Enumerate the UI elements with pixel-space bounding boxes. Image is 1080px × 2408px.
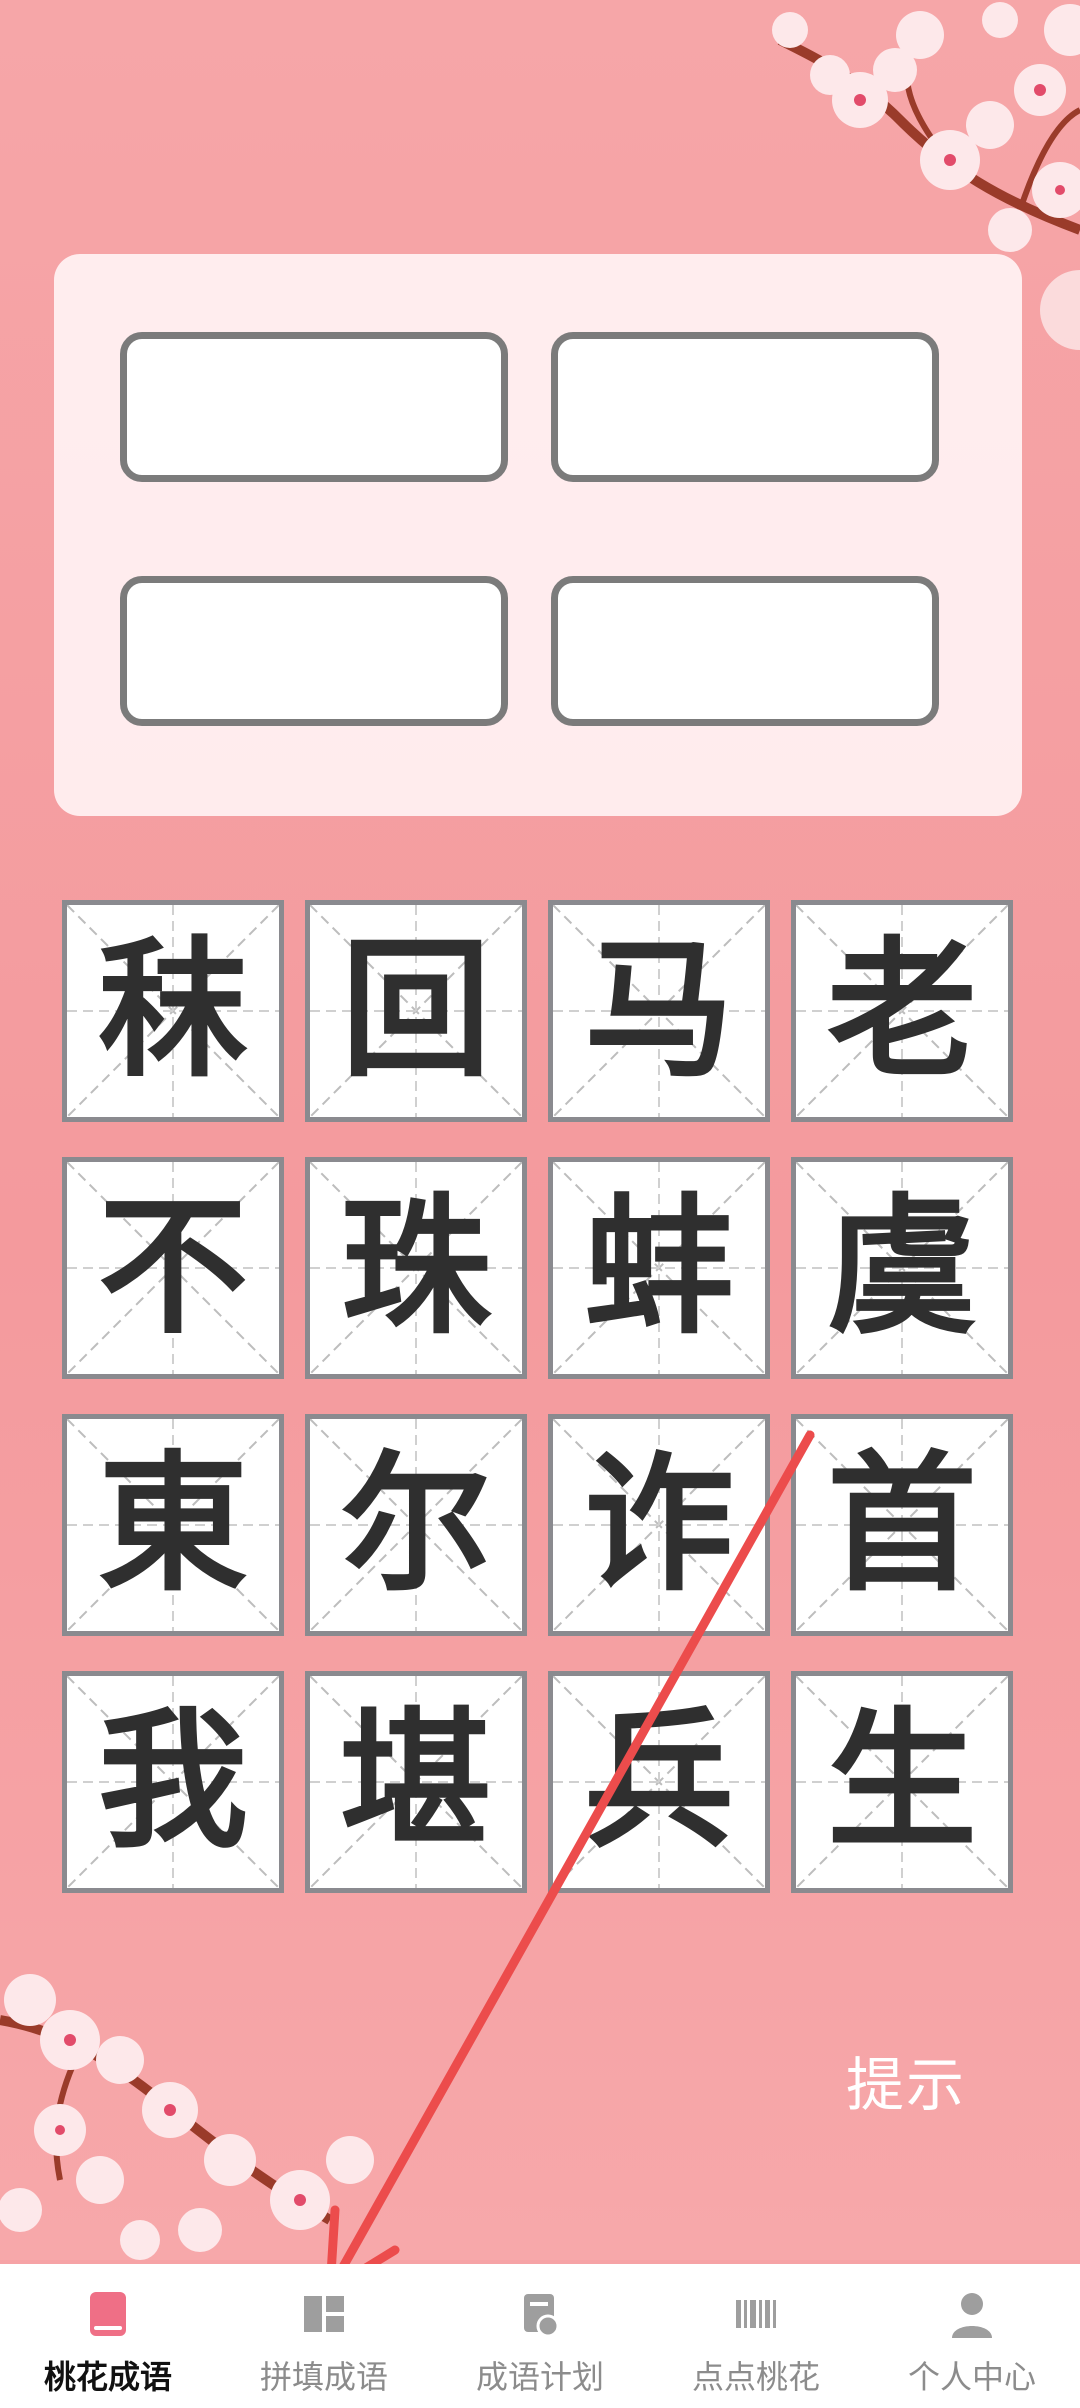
character-tile[interactable]: 不 bbox=[62, 1157, 284, 1379]
character-tile[interactable]: 老 bbox=[791, 900, 1013, 1122]
barcode-icon bbox=[736, 2300, 776, 2328]
tile-character: 兵 bbox=[583, 1695, 734, 1869]
tile-character: 不 bbox=[97, 1181, 248, 1355]
tab-label: 桃花成语 bbox=[43, 2358, 172, 2396]
tile-character: 東 bbox=[97, 1438, 248, 1612]
character-tile[interactable]: 马 bbox=[548, 900, 770, 1122]
tile-character: 回 bbox=[340, 924, 491, 1098]
tab-label: 拼填成语 bbox=[259, 2358, 388, 2396]
blossom-bottom-left-decoration bbox=[0, 1974, 374, 2260]
tile-character: 生 bbox=[826, 1695, 977, 1869]
tile-character: 珠 bbox=[340, 1181, 491, 1355]
character-tile[interactable]: 蚌 bbox=[548, 1157, 770, 1379]
tile-character: 蚌 bbox=[583, 1181, 734, 1355]
tab-peach-idioms[interactable]: 桃花成语 bbox=[0, 2264, 216, 2408]
plan-icon bbox=[524, 2294, 560, 2338]
tab-profile[interactable]: 个人中心 bbox=[864, 2264, 1080, 2408]
tile-character: 首 bbox=[826, 1438, 977, 1612]
answer-slot-3[interactable] bbox=[120, 576, 508, 726]
character-tile-grid: 秣回马老不珠蚌虞東尔诈首我堪兵生 bbox=[62, 900, 1022, 1900]
tile-character: 诈 bbox=[583, 1438, 734, 1612]
answer-slot-4[interactable] bbox=[551, 576, 939, 726]
bottom-tab-bar: 桃花成语 拼填成语 成语计划 点点桃花 个人中心 bbox=[0, 2264, 1080, 2408]
tile-character: 我 bbox=[97, 1695, 248, 1869]
character-tile[interactable]: 尔 bbox=[305, 1414, 527, 1636]
answer-slot-1[interactable] bbox=[120, 332, 508, 482]
tab-fill-idioms[interactable]: 拼填成语 bbox=[216, 2264, 432, 2408]
tile-character: 尔 bbox=[340, 1438, 491, 1612]
tile-character: 堪 bbox=[340, 1695, 491, 1869]
hint-button[interactable]: 提示 bbox=[846, 2038, 966, 2122]
character-tile[interactable]: 虞 bbox=[791, 1157, 1013, 1379]
book-icon bbox=[90, 2292, 126, 2336]
character-tile[interactable]: 首 bbox=[791, 1414, 1013, 1636]
tab-label: 点点桃花 bbox=[691, 2358, 820, 2396]
character-tile[interactable]: 诈 bbox=[548, 1414, 770, 1636]
tile-character: 秣 bbox=[97, 924, 248, 1098]
tab-idiom-plan[interactable]: 成语计划 bbox=[432, 2264, 648, 2408]
tab-label: 成语计划 bbox=[475, 2358, 604, 2396]
character-tile[interactable]: 回 bbox=[305, 900, 527, 1122]
character-tile[interactable]: 我 bbox=[62, 1671, 284, 1893]
tile-character: 老 bbox=[826, 924, 977, 1098]
character-tile[interactable]: 堪 bbox=[305, 1671, 527, 1893]
answer-slot-2[interactable] bbox=[551, 332, 939, 482]
tile-character: 虞 bbox=[826, 1181, 977, 1355]
tab-label: 个人中心 bbox=[907, 2358, 1036, 2396]
character-tile[interactable]: 珠 bbox=[305, 1157, 527, 1379]
character-tile[interactable]: 秣 bbox=[62, 900, 284, 1122]
tab-dot-peach[interactable]: 点点桃花 bbox=[648, 2264, 864, 2408]
character-tile[interactable]: 生 bbox=[791, 1671, 1013, 1893]
blocks-icon bbox=[304, 2296, 344, 2332]
answer-panel bbox=[54, 254, 1022, 816]
tile-character: 马 bbox=[583, 924, 734, 1098]
character-tile[interactable]: 東 bbox=[62, 1414, 284, 1636]
character-tile[interactable]: 兵 bbox=[548, 1671, 770, 1893]
person-icon bbox=[952, 2293, 992, 2338]
